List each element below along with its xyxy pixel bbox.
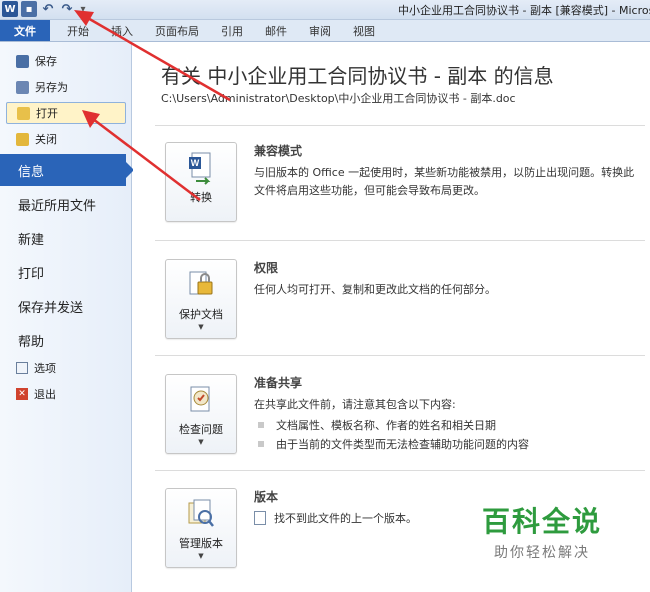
sidebar-item-label: 保存 [35,55,57,68]
quick-access-toolbar: W ▪ ↶ ↷ ▾ [2,1,88,17]
button-label: 保护文档 [179,308,223,321]
sidebar-item-help[interactable]: 帮助 [0,324,132,356]
tab-mailings[interactable]: 邮件 [254,20,298,41]
section-divider [155,125,645,126]
chevron-down-icon: ▼ [198,552,204,560]
convert-document-icon: W [186,151,216,185]
section-divider [155,355,645,356]
check-issues-button[interactable]: 检查问题 ▼ [165,374,237,454]
page-title: 有关 中小企业用工合同协议书 - 副本 的信息 [161,64,554,88]
watermark-subtitle: 助你轻松解决 [494,545,590,561]
watermark-title: 百科全说 [481,505,602,538]
word-icon[interactable]: W [2,1,18,17]
sharing-items-list: 文档属性、模板名称、作者的姓名和相关日期 由于当前的文件类型而无法检查辅助功能问… [254,416,644,454]
section-description: 任何人均可打开、复制和更改此文档的任何部分。 [254,283,496,296]
prepare-sharing-section: 准备共享 在共享此文件前，请注意其包含以下内容: 文档属性、模板名称、作者的姓名… [254,374,644,454]
sidebar-item-info[interactable]: 信息 [0,154,134,186]
sidebar-item-label: 打开 [36,107,58,120]
sidebar-item-save[interactable]: 保存 [6,50,126,72]
customize-toolbar-icon[interactable]: ▾ [78,1,88,17]
sidebar-item-label: 关闭 [35,133,57,146]
save-icon[interactable]: ▪ [21,1,37,17]
chevron-down-icon: ▼ [198,323,204,331]
tab-review[interactable]: 审阅 [298,20,342,41]
permissions-section: 权限 任何人均可打开、复制和更改此文档的任何部分。 [254,259,644,299]
compatibility-section: 兼容模式 与旧版本的 Office 一起使用时，某些新功能被禁用，以防止出现问题… [254,142,644,200]
list-item: 由于当前的文件类型而无法检查辅助功能问题的内容 [254,435,644,454]
save-icon [16,54,29,68]
sidebar-item-save-send[interactable]: 保存并发送 [0,290,132,322]
section-heading: 兼容模式 [254,144,303,158]
tab-file[interactable]: 文件 [0,20,50,41]
watermark: 百科全说 助你轻松解决 [462,500,622,562]
exit-icon: ✕ [16,388,28,400]
close-folder-icon [16,132,29,146]
manage-versions-icon [186,497,216,531]
tab-view[interactable]: 视图 [342,20,386,41]
tab-references[interactable]: 引用 [210,20,254,41]
undo-icon[interactable]: ↶ [40,1,56,17]
title-bar: W ▪ ↶ ↷ ▾ 中小企业用工合同协议书 - 副本 [兼容模式] - Micr… [0,0,650,20]
button-label: 管理版本 [179,537,223,550]
sidebar-item-exit[interactable]: ✕ 退出 [16,384,56,404]
check-issues-icon [186,383,216,417]
manage-versions-button[interactable]: 管理版本 ▼ [165,488,237,568]
sidebar-item-close[interactable]: 关闭 [6,128,126,150]
convert-button[interactable]: W 转换 [165,142,237,222]
sidebar-item-label: 另存为 [35,81,68,94]
sidebar-item-new[interactable]: 新建 [0,222,132,254]
section-description: 在共享此文件前，请注意其包含以下内容: [254,398,456,411]
open-folder-icon [17,106,30,120]
save-as-icon [16,80,29,94]
button-label: 转换 [190,191,212,204]
sidebar-item-recent[interactable]: 最近所用文件 [0,188,132,220]
chevron-down-icon: ▼ [198,438,204,446]
tab-page-layout[interactable]: 页面布局 [144,20,210,41]
window-title: 中小企业用工合同协议书 - 副本 [兼容模式] - Micros [398,4,650,17]
protect-document-icon [186,268,216,302]
sidebar-item-save-as[interactable]: 另存为 [6,76,126,98]
section-heading: 准备共享 [254,376,303,390]
button-label: 检查问题 [179,423,223,436]
section-divider [155,240,645,241]
sidebar-item-label: 退出 [34,388,56,401]
sidebar-item-label: 选项 [34,362,56,375]
section-divider [155,470,645,471]
svg-text:W: W [191,158,200,168]
ribbon-tabs: 文件 开始 插入 页面布局 引用 邮件 审阅 视图 [0,20,650,42]
tab-insert[interactable]: 插入 [100,20,144,41]
sidebar-item-print[interactable]: 打印 [0,256,132,288]
section-description: 与旧版本的 Office 一起使用时，某些新功能被禁用，以防止出现问题。转换此文… [254,166,635,197]
protect-document-button[interactable]: 保护文档 ▼ [165,259,237,339]
section-heading: 权限 [254,261,279,275]
tab-home[interactable]: 开始 [56,20,100,41]
file-path: C:\Users\Administrator\Desktop\中小企业用工合同协… [161,92,516,105]
options-icon [16,362,28,374]
section-description: 找不到此文件的上一个版本。 [274,512,417,525]
redo-icon[interactable]: ↷ [59,1,75,17]
list-item: 文档属性、模板名称、作者的姓名和相关日期 [254,416,644,435]
backstage-sidebar: 保存 另存为 打开 关闭 信息 最近所用文件 新建 打印 保存并发送 帮助 选项… [0,42,134,592]
document-history-icon [254,511,266,525]
sidebar-item-open[interactable]: 打开 [6,102,126,124]
sidebar-item-options[interactable]: 选项 [16,358,56,378]
